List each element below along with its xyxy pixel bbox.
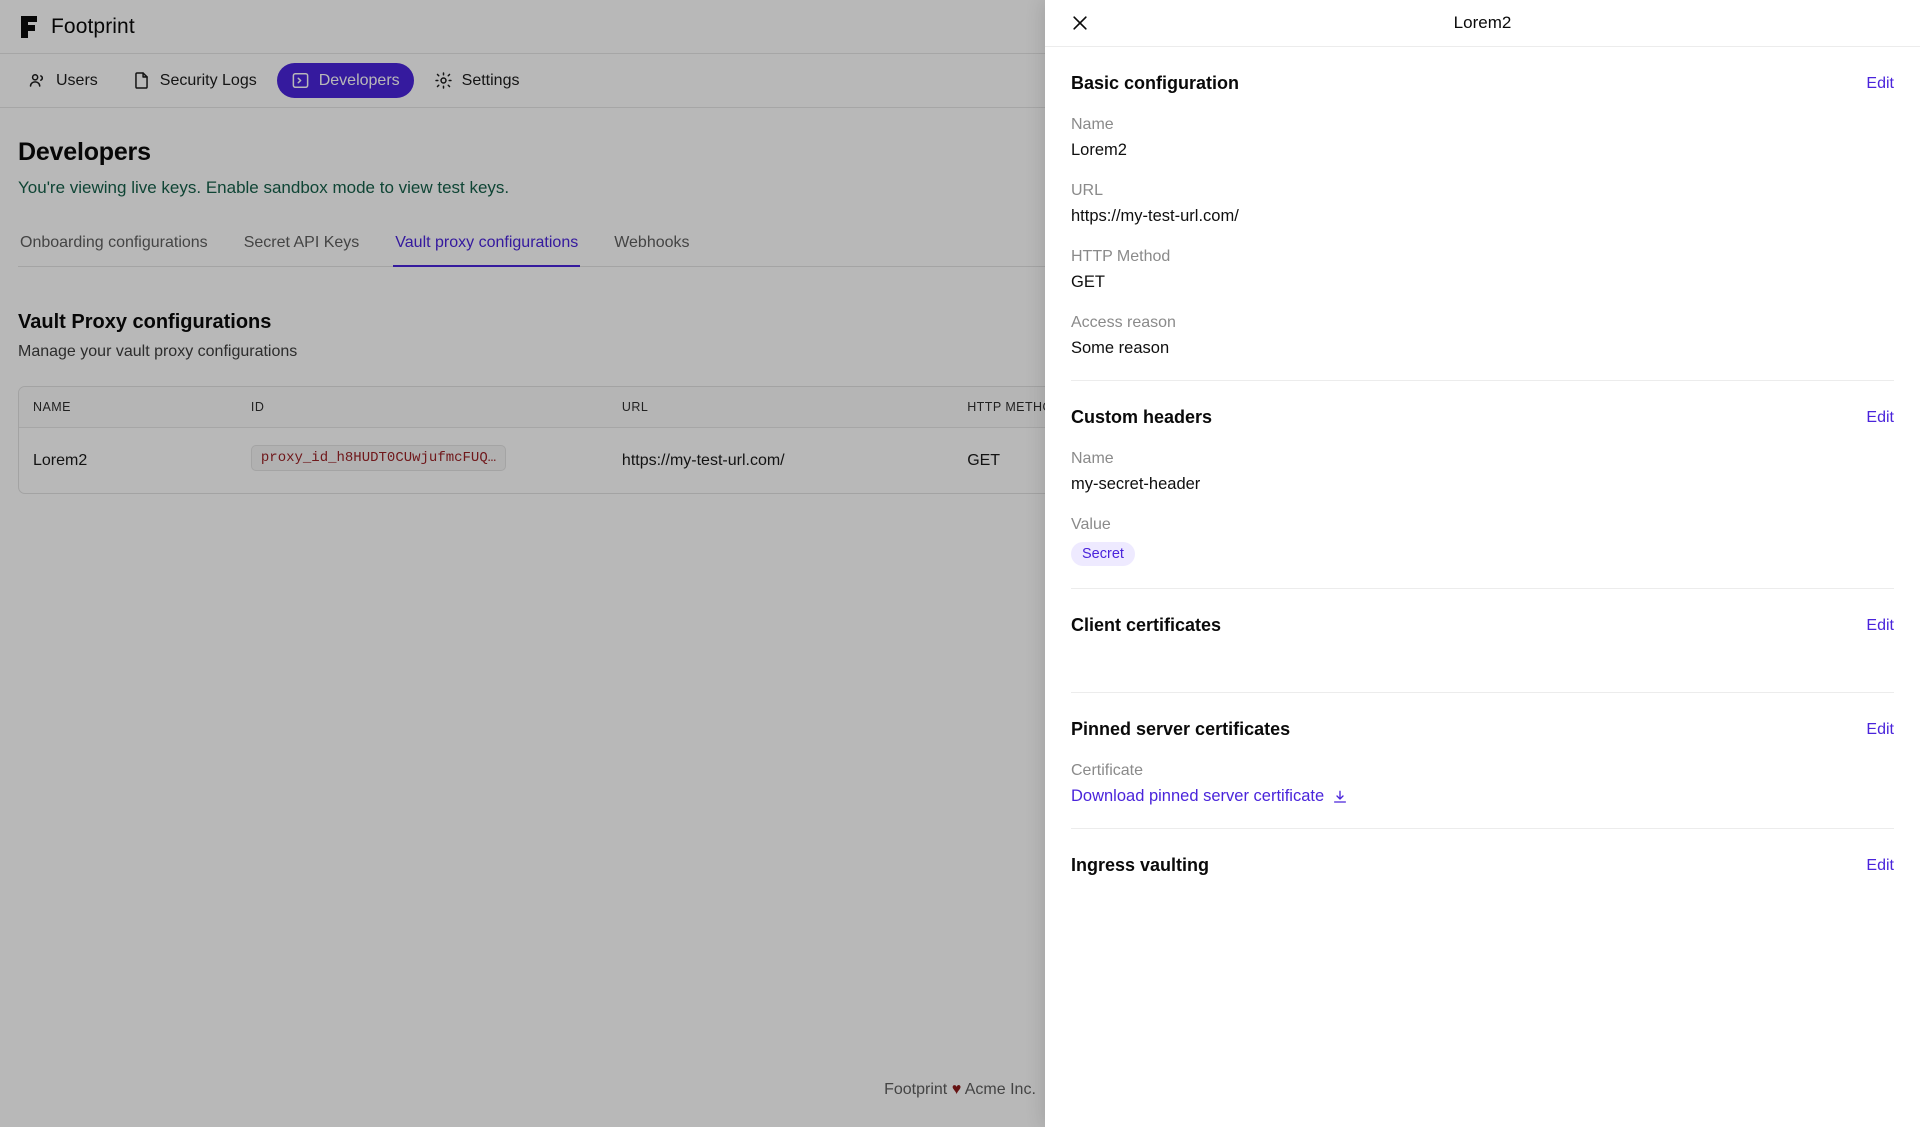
tab-vault-proxy-configurations[interactable]: Vault proxy configurations xyxy=(393,234,581,267)
footer-prefix: Footprint xyxy=(884,1081,948,1098)
field-value: my-secret-header xyxy=(1071,475,1201,493)
field-label: Access reason xyxy=(1071,314,1176,331)
section-empty-space xyxy=(1071,636,1894,670)
nav-item-label: Users xyxy=(56,71,98,89)
tab-secret-api-keys[interactable]: Secret API Keys xyxy=(242,234,362,267)
nav-item-label: Developers xyxy=(318,71,400,89)
section-title: Ingress vaulting xyxy=(1071,855,1210,875)
nav-item-label: Security Logs xyxy=(159,71,257,89)
field-value: GET xyxy=(1071,273,1105,291)
field-label: Name xyxy=(1071,450,1114,467)
section-title: Custom headers xyxy=(1071,407,1213,427)
column-header-name: NAME xyxy=(19,387,251,428)
users-icon xyxy=(28,71,47,90)
drawer-header: Lorem2 xyxy=(1045,0,1920,47)
section-client-certificates: Client certificates Edit xyxy=(1071,589,1894,693)
nav-item-users[interactable]: Users xyxy=(14,63,112,98)
field-header-name: Name my-secret-header xyxy=(1071,450,1894,494)
footer-suffix: Acme Inc. xyxy=(964,1081,1036,1098)
footprint-logo-icon xyxy=(18,15,40,39)
nav-item-label: Settings xyxy=(461,71,520,89)
nav-item-settings[interactable]: Settings xyxy=(420,63,534,98)
tab-webhooks[interactable]: Webhooks xyxy=(612,234,691,267)
proxy-id-chip[interactable]: proxy_id_h8HUDT0CUwjufmcFUQ… xyxy=(250,445,507,471)
close-icon[interactable] xyxy=(1067,10,1093,36)
download-pinned-server-certificate-link[interactable]: Download pinned server certificate xyxy=(1071,787,1348,806)
section-title: Client certificates xyxy=(1071,615,1222,635)
edit-ingress-vaulting-button[interactable]: Edit xyxy=(1866,857,1894,875)
edit-client-certificates-button[interactable]: Edit xyxy=(1866,617,1894,635)
section-title: Basic configuration xyxy=(1071,73,1240,93)
field-value: Some reason xyxy=(1071,339,1170,357)
field-url: URL https://my-test-url.com/ xyxy=(1071,182,1894,226)
brand[interactable]: Footprint xyxy=(18,15,135,39)
status-badge-secret: Secret xyxy=(1071,542,1135,566)
field-label: Value xyxy=(1071,516,1111,533)
field-value: Lorem2 xyxy=(1071,141,1127,159)
section-title: Pinned server certificates xyxy=(1071,719,1291,739)
field-http-method: HTTP Method GET xyxy=(1071,248,1894,292)
cell-url: https://my-test-url.com/ xyxy=(621,451,785,469)
section-ingress-vaulting: Ingress vaulting Edit xyxy=(1071,829,1894,898)
edit-basic-configuration-button[interactable]: Edit xyxy=(1866,75,1894,93)
field-certificate: Certificate Download pinned server certi… xyxy=(1071,762,1894,806)
heart-icon: ♥ xyxy=(951,1081,962,1098)
column-header-id: ID xyxy=(250,387,622,428)
section-pinned-server-certificates: Pinned server certificates Edit Certific… xyxy=(1071,693,1894,829)
column-header-url: URL xyxy=(621,387,968,428)
cell-id: proxy_id_h8HUDT0CUwjufmcFUQ… xyxy=(250,428,622,494)
cell-name: Lorem2 xyxy=(33,451,88,469)
detail-drawer: Lorem2 Basic configuration Edit Name Lor… xyxy=(1045,0,1920,1127)
download-link-label: Download pinned server certificate xyxy=(1071,787,1325,805)
field-label: HTTP Method xyxy=(1071,248,1171,265)
document-icon xyxy=(132,71,151,90)
terminal-icon xyxy=(291,71,310,90)
nav-item-security-logs[interactable]: Security Logs xyxy=(118,63,271,98)
brand-name: Footprint xyxy=(51,14,135,38)
download-icon xyxy=(1332,789,1348,805)
gear-icon xyxy=(434,71,453,90)
field-value: https://my-test-url.com/ xyxy=(1071,207,1239,225)
field-label: Name xyxy=(1071,116,1114,133)
field-access-reason: Access reason Some reason xyxy=(1071,314,1894,358)
tab-onboarding-configurations[interactable]: Onboarding configurations xyxy=(18,234,210,267)
drawer-body: Basic configuration Edit Name Lorem2 URL… xyxy=(1045,47,1920,1127)
field-label: Certificate xyxy=(1071,762,1144,779)
edit-custom-headers-button[interactable]: Edit xyxy=(1866,409,1894,427)
field-header-value: Value Secret xyxy=(1071,516,1894,566)
drawer-title: Lorem2 xyxy=(1453,13,1512,32)
field-label: URL xyxy=(1071,182,1104,199)
field-name: Name Lorem2 xyxy=(1071,116,1894,160)
nav-item-developers[interactable]: Developers xyxy=(276,63,414,98)
edit-pinned-server-certificates-button[interactable]: Edit xyxy=(1866,721,1894,739)
section-custom-headers: Custom headers Edit Name my-secret-heade… xyxy=(1071,381,1894,589)
section-basic-configuration: Basic configuration Edit Name Lorem2 URL… xyxy=(1071,47,1894,381)
